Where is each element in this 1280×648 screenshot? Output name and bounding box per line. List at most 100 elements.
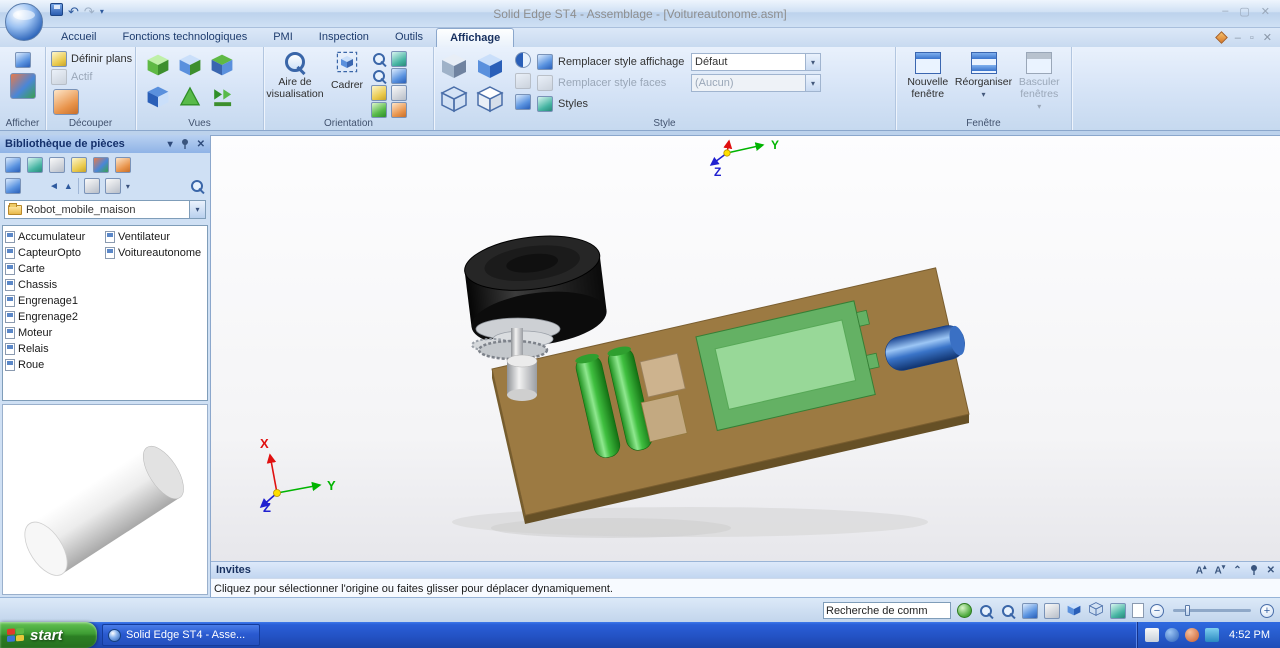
coupe-icon[interactable] [53, 89, 79, 115]
qat-customize-icon[interactable]: ▾ [100, 5, 104, 18]
doc-minimize-icon[interactable]: – [1235, 32, 1241, 44]
vue-iso-icon[interactable] [145, 84, 171, 114]
zoom-out-icon[interactable]: − [1150, 603, 1164, 618]
style-faces-combo[interactable]: (Aucun) ▾ [691, 74, 821, 92]
tab-accueil[interactable]: Accueil [48, 28, 109, 47]
open-folder-icon[interactable] [115, 157, 131, 173]
back-arrow-icon[interactable]: ◄ [49, 181, 59, 192]
capture-fit-icon[interactable] [49, 157, 65, 173]
tray-icon-3[interactable] [1185, 628, 1200, 642]
details-view-icon[interactable] [104, 178, 121, 194]
application-menu-button[interactable] [5, 3, 43, 41]
style-filaire-icon[interactable] [439, 84, 471, 116]
style-affichage-combo[interactable]: Défaut ▾ [691, 53, 821, 71]
nouvelle-fenetre-button[interactable]: Nouvelle fenêtre [903, 52, 953, 111]
vue-dimetrique-icon[interactable] [177, 84, 203, 114]
tray-icon-2[interactable] [1165, 628, 1180, 642]
list-item[interactable]: Moteur [5, 325, 103, 341]
list-item[interactable]: Carte [5, 261, 103, 277]
reorganiser-dropdown-icon[interactable]: ▾ [981, 90, 985, 99]
status-pan-icon[interactable] [1044, 602, 1060, 619]
status-wire-cube-icon[interactable] [1088, 601, 1104, 620]
list-item[interactable]: Ventilateur [105, 229, 203, 245]
panel-view-icon[interactable] [5, 178, 21, 194]
invites-expand-icon[interactable]: ⌃ [1233, 565, 1241, 576]
save-icon[interactable] [50, 3, 63, 19]
status-fit-icon[interactable] [1022, 602, 1038, 619]
help-diamond-icon[interactable] [1214, 31, 1228, 44]
redo-icon[interactable]: ↷ [84, 5, 95, 18]
tab-inspection[interactable]: Inspection [306, 28, 382, 47]
pan-icon[interactable] [371, 85, 387, 101]
reflexions-icon[interactable] [515, 73, 531, 89]
tray-icon-4[interactable] [1205, 628, 1220, 642]
start-button[interactable]: start [0, 622, 97, 648]
panel-pin-icon[interactable] [180, 138, 190, 150]
style-affichage-dropdown-icon[interactable]: ▾ [805, 54, 820, 70]
close-icon[interactable]: ✕ [1261, 5, 1270, 18]
vue-droite-icon[interactable] [209, 52, 235, 82]
zoom-icon[interactable] [371, 68, 387, 84]
panel-collapse-icon[interactable]: ▾ [168, 139, 173, 150]
reorganiser-button[interactable]: Réorganiser ▾ [955, 52, 1012, 111]
status-sheet-icon[interactable] [1132, 603, 1144, 618]
style-ombre-icon[interactable] [439, 51, 471, 83]
invites-pin-icon[interactable] [1249, 564, 1259, 576]
styles-label[interactable]: Styles [558, 98, 686, 110]
style-ombre-aretes-icon[interactable] [475, 51, 507, 83]
views-dropdown-icon[interactable]: ▾ [126, 182, 130, 191]
command-search-input[interactable] [823, 602, 951, 619]
assembly-relations-icon[interactable] [27, 157, 43, 173]
invites-close-icon[interactable]: ✕ [1267, 565, 1275, 576]
folder-combo-dropdown-icon[interactable]: ▾ [189, 201, 205, 218]
pattern-grid-icon[interactable] [93, 157, 109, 173]
vue-precedente-icon[interactable] [391, 102, 407, 118]
search-go-icon[interactable] [957, 603, 972, 618]
place-part-icon[interactable] [5, 157, 21, 173]
list-item[interactable]: Accumulateur [5, 229, 103, 245]
folder-combo[interactable]: Robot_mobile_maison ▾ [4, 200, 206, 219]
list-item[interactable]: Relais [5, 341, 103, 357]
list-item[interactable]: Voitureautonome [105, 245, 203, 261]
font-decrease-icon[interactable]: A▾ [1214, 563, 1225, 576]
rendu-sphere-icon[interactable] [515, 52, 531, 68]
status-select-tool-icon[interactable] [1110, 602, 1126, 619]
vue-de-face-icon[interactable] [391, 68, 407, 84]
measure-icon[interactable] [71, 157, 87, 173]
style-faces-dropdown-icon[interactable]: ▾ [805, 75, 820, 91]
vue-dessus-icon[interactable] [177, 52, 203, 82]
list-item[interactable]: Roue [5, 357, 103, 373]
maximize-icon[interactable]: ▢ [1239, 5, 1249, 18]
doc-restore-icon[interactable]: ▫ [1250, 32, 1254, 44]
zoom-in-icon[interactable]: + [1260, 603, 1274, 618]
rotate-icon[interactable] [371, 102, 387, 118]
panel-close-icon[interactable]: ✕ [197, 139, 205, 150]
vues-communes-icon[interactable] [391, 51, 407, 67]
style-aretes-visibles-icon[interactable] [475, 84, 507, 116]
up-folder-icon[interactable]: ▲ [64, 181, 73, 191]
doc-close-icon[interactable]: ✕ [1263, 31, 1272, 44]
camera-icon[interactable] [391, 85, 407, 101]
zoom-selection-icon[interactable] [371, 51, 387, 67]
cadrer-button[interactable]: Cadrer [327, 50, 367, 119]
list-item[interactable]: CapteurOpto [5, 245, 103, 261]
taskbar-task-solid-edge[interactable]: Solid Edge ST4 - Asse... [102, 624, 260, 646]
tab-outils[interactable]: Outils [382, 28, 436, 47]
basculer-dropdown-icon[interactable]: ▾ [1037, 102, 1041, 111]
list-view-icon[interactable] [83, 178, 100, 194]
list-item[interactable]: Engrenage1 [5, 293, 103, 309]
vue-trimetrique-icon[interactable] [209, 84, 235, 114]
zoom-slider[interactable] [1173, 605, 1251, 616]
list-item[interactable]: Chassis [5, 277, 103, 293]
display-manager-icon[interactable] [9, 73, 36, 99]
perspective-grid-icon[interactable] [515, 94, 531, 110]
zoom-slider-thumb[interactable] [1185, 605, 1190, 616]
library-search-icon[interactable] [189, 178, 205, 194]
list-item[interactable]: Engrenage2 [5, 309, 103, 325]
3d-viewport[interactable]: Y Z X Y Z Invites A▴ A▾ ⌃ ✕ Cliquez pour… [211, 135, 1280, 598]
tray-icon-1[interactable] [1145, 628, 1160, 642]
status-zoom-icon[interactable] [1000, 603, 1016, 619]
basculer-fenetres-button[interactable]: Basculer fenêtres ▾ [1015, 52, 1065, 111]
tab-pmi[interactable]: PMI [260, 28, 306, 47]
tab-fonctions-technologiques[interactable]: Fonctions technologiques [109, 28, 260, 47]
